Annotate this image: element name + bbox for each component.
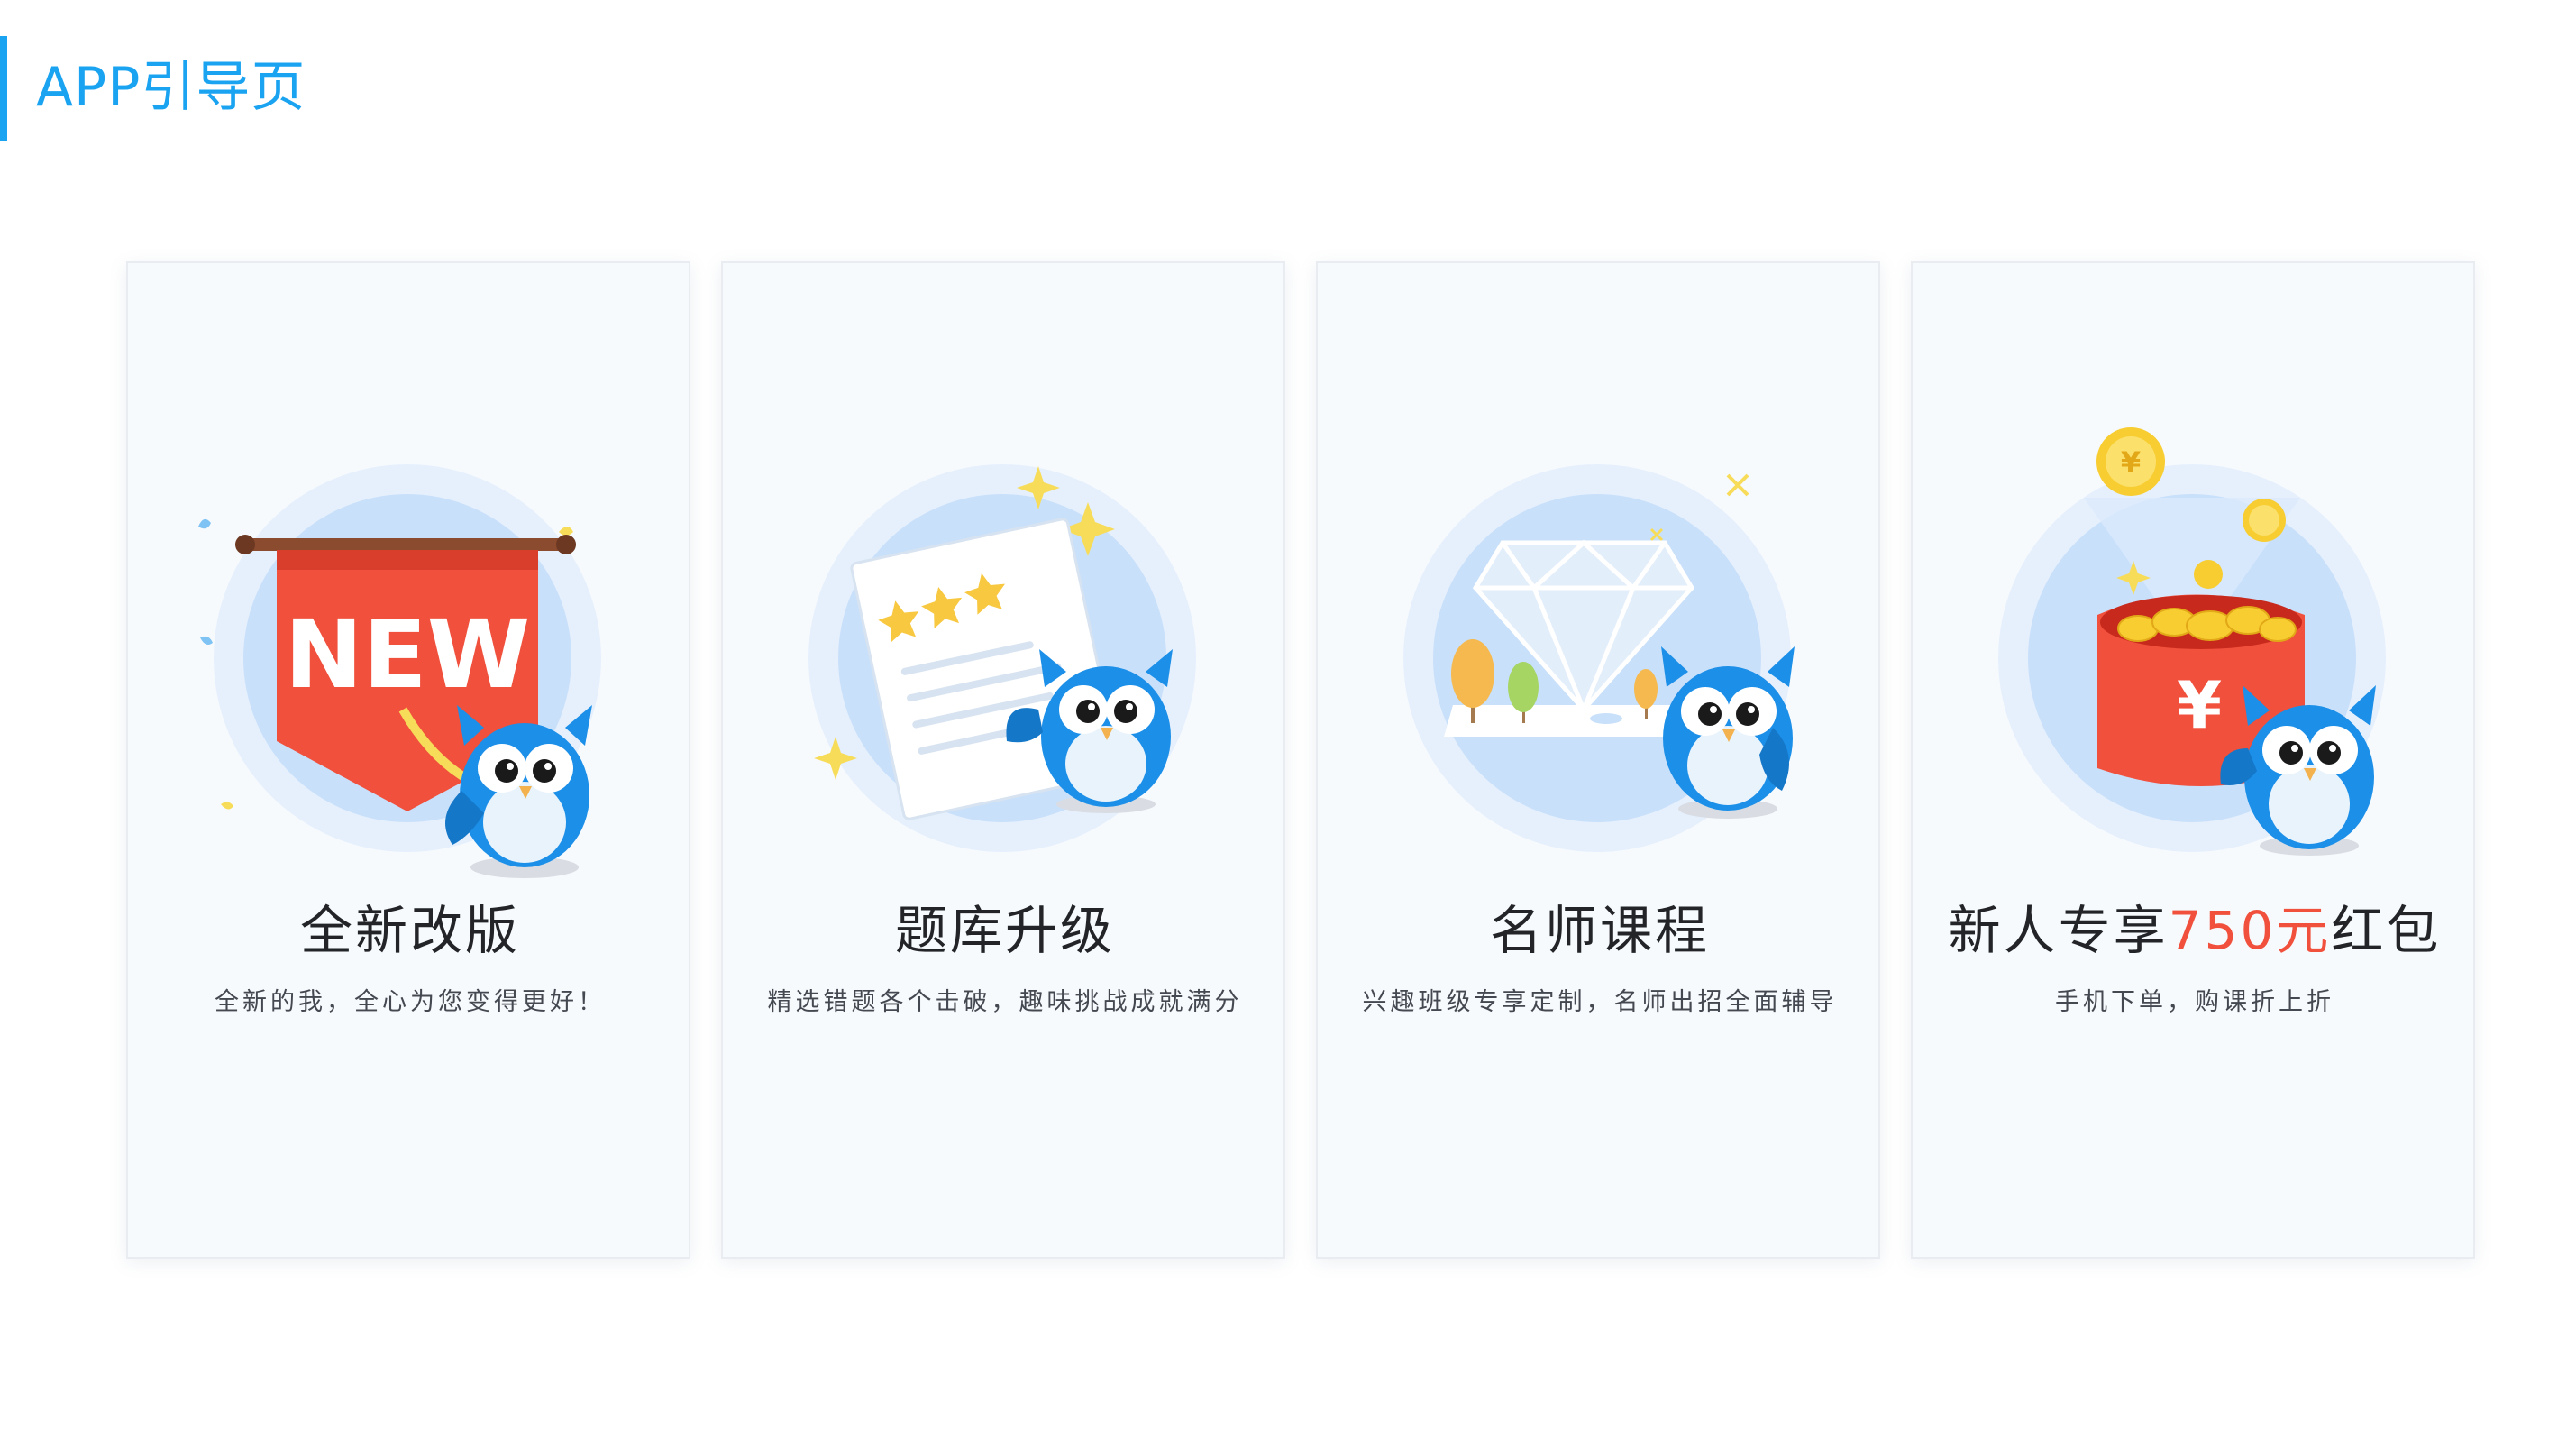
guide-card-question-bank[interactable]: 题库升级 精选错题各个击破，趣味挑战成就满分 — [721, 261, 1285, 1259]
card-subtitle: 兴趣班级专享定制，名师出招全面辅导 — [1362, 988, 1838, 1016]
guide-card-new-version[interactable]: NEW 全新改版 全新的我，全心为您变得更好！ — [126, 261, 690, 1259]
card-title: 题库升级 — [894, 900, 1115, 961]
guide-card-famous-teachers[interactable]: 名师课程 兴趣班级专享定制，名师出招全面辅导 — [1316, 261, 1880, 1259]
diamond-owl-illustration — [1403, 464, 1795, 852]
card-title: 新人专享750元红包 — [1913, 894, 2477, 967]
card-subtitle: 全新的我，全心为您变得更好！ — [215, 988, 606, 1016]
svg-text:¥: ¥ — [2177, 667, 2222, 743]
page-title: APP引导页 — [36, 56, 306, 119]
card-title-highlight: 750元 — [2168, 900, 2332, 961]
exam-paper-owl-illustration — [808, 464, 1196, 852]
card-title-suffix: 红包 — [2331, 900, 2442, 961]
owl-mascot — [445, 705, 592, 878]
new-banner-owl-illustration: NEW — [198, 464, 601, 878]
new-banner-text: NEW — [285, 600, 531, 710]
red-envelope-owl-illustration: ¥ ¥ — [1998, 427, 2386, 856]
card-title: 全新改版 — [299, 900, 520, 961]
card-subtitle: 精选错题各个击破，趣味挑战成就满分 — [767, 988, 1243, 1016]
card-subtitle: 手机下单，购课折上折 — [2055, 988, 2334, 1016]
gold-coin-icon — [2194, 560, 2223, 589]
svg-text:¥: ¥ — [2121, 445, 2141, 480]
header-accent-bar — [0, 36, 7, 141]
gold-coin-icon — [2243, 499, 2286, 542]
guide-card-red-envelope[interactable]: ¥ ¥ 新人专享750元红包 手机下单，购课折上折 — [1911, 261, 2475, 1259]
guide-page: APP引导页 NEW 全新改版 全新的我，全心为您变得更好！ 题库升级 精选错题… — [0, 0, 2576, 1448]
card-title: 名师课程 — [1489, 900, 1710, 961]
card-title-prefix: 新人专享 — [1948, 900, 2169, 961]
gold-coin-icon: ¥ — [2096, 427, 2165, 496]
